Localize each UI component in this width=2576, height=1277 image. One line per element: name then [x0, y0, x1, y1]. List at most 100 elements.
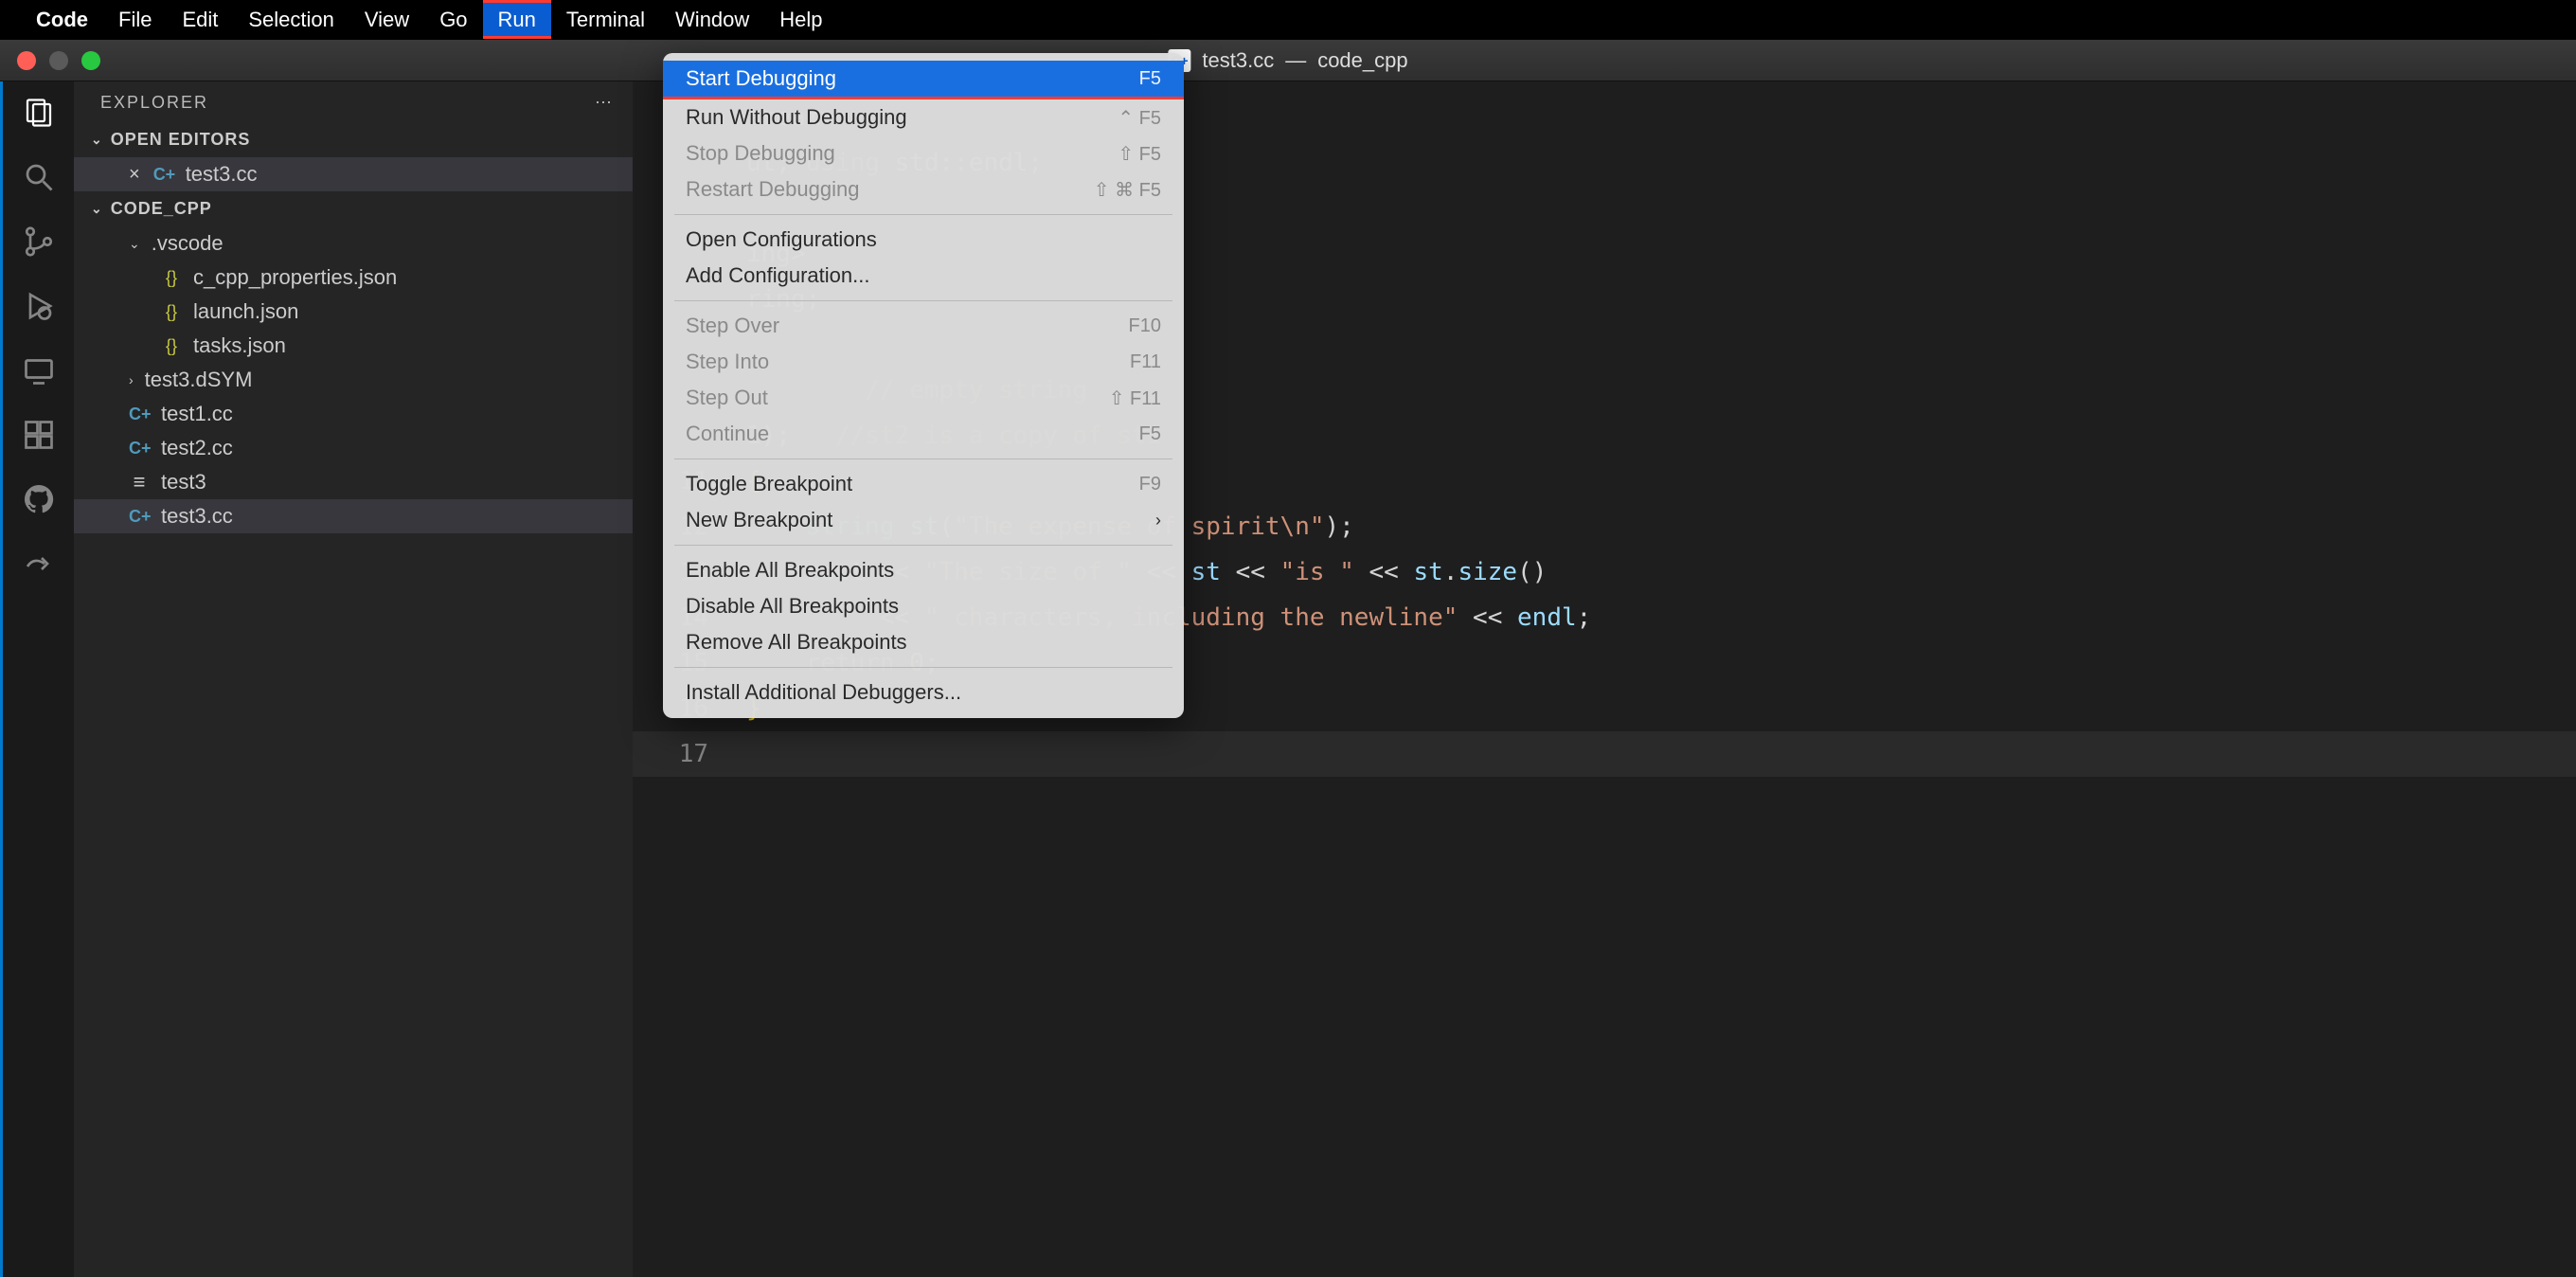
menu-item-remove-all-breakpoints[interactable]: Remove All Breakpoints — [663, 624, 1184, 660]
menu-item-label: Step Out — [686, 386, 768, 410]
menu-item-step-over: Step Over F10 — [663, 308, 1184, 344]
menu-item-step-out: Step Out⇧ F11 — [663, 380, 1184, 416]
traffic-lights — [17, 51, 100, 70]
menu-item-label: Stop Debugging — [686, 141, 835, 166]
open-editors-label: OPEN EDITORS — [111, 130, 251, 150]
source-control-icon[interactable] — [19, 222, 59, 261]
menu-item-label: Open Configurations — [686, 227, 877, 252]
file-name: test3.cc — [186, 162, 258, 187]
menu-item-view[interactable]: View — [349, 0, 424, 39]
menu-item-new-breakpoint[interactable]: New Breakpoint › — [663, 502, 1184, 538]
menu-item-enable-all-breakpoints[interactable]: Enable All Breakpoints — [663, 552, 1184, 588]
tree-item[interactable]: {} launch.json — [74, 295, 633, 329]
titlebar-filename: test3.cc — [1202, 48, 1274, 73]
menu-item-file[interactable]: File — [103, 0, 167, 39]
cpp-file-icon: C+ — [129, 507, 150, 527]
run-menu-dropdown: Start Debugging F5 Run Without Debugging ⌃ … — [663, 53, 1184, 718]
menu-item-label: Restart Debugging — [686, 177, 859, 202]
tree-item-label: launch.json — [193, 299, 298, 324]
menu-item-label: Add Configuration... — [686, 263, 869, 288]
json-file-icon: {} — [161, 336, 182, 356]
tree-item-label: test3.dSYM — [145, 368, 253, 392]
menu-item-selection[interactable]: Selection — [233, 0, 349, 39]
tree-item-label: tasks.json — [193, 333, 286, 358]
titlebar-project: code_cpp — [1317, 48, 1407, 73]
window-titlebar: C+ test3.cc — code_cpp — [0, 40, 2576, 81]
menu-item-go[interactable]: Go — [424, 0, 482, 39]
close-editor-icon[interactable]: × — [129, 164, 140, 186]
shortcut-label: ⇧ ⌘ F5 — [1094, 178, 1161, 202]
menu-item-open-configurations[interactable]: Open Configurations — [663, 222, 1184, 258]
menu-separator — [674, 667, 1172, 668]
window-minimize-button[interactable] — [49, 51, 68, 70]
code-line[interactable]: 17 — [633, 731, 2576, 777]
menu-item-label: New Breakpoint — [686, 508, 832, 532]
tree-item[interactable]: C+test3.cc — [74, 499, 633, 533]
sidebar-title: EXPLORER — [100, 93, 208, 113]
menu-item-window[interactable]: Window — [660, 0, 764, 39]
menu-item-run[interactable]: Run — [483, 0, 551, 39]
explorer-icon[interactable] — [19, 93, 59, 133]
menu-item-start-debugging[interactable]: Start Debugging F5 — [663, 61, 1184, 99]
menu-item-continue: ContinueF5 — [663, 416, 1184, 452]
menu-item-label: Step Into — [686, 350, 769, 374]
run-debug-icon[interactable] — [19, 286, 59, 326]
github-icon[interactable] — [19, 479, 59, 519]
remote-icon[interactable] — [19, 351, 59, 390]
extensions-icon[interactable] — [19, 415, 59, 455]
tree-item-label: c_cpp_properties.json — [193, 265, 397, 290]
menu-item-label: Step Over — [686, 314, 779, 338]
menu-item-label: Remove All Breakpoints — [686, 630, 907, 655]
tree-item[interactable]: C+test2.cc — [74, 431, 633, 465]
shortcut-label: F9 — [1139, 474, 1161, 495]
tree-item[interactable]: {} tasks.json — [74, 329, 633, 363]
tree-item[interactable]: ≡test3 — [74, 465, 633, 499]
shortcut-label: ⇧ F5 — [1118, 142, 1161, 166]
menu-separator — [674, 300, 1172, 301]
window-maximize-button[interactable] — [81, 51, 100, 70]
tree-item-label: test1.cc — [161, 402, 233, 426]
menu-item-help[interactable]: Help — [764, 0, 837, 39]
project-section[interactable]: ⌄ CODE_CPP — [74, 191, 633, 226]
submenu-arrow-icon: › — [1155, 511, 1161, 531]
menu-item-add-configuration-[interactable]: Add Configuration... — [663, 258, 1184, 294]
menu-item-label: Start Debugging — [686, 66, 836, 91]
open-editor-item[interactable]: × C+ test3.cc — [74, 157, 633, 191]
sidebar-more-icon[interactable]: ⋯ — [595, 93, 614, 113]
menu-separator — [674, 214, 1172, 215]
tree-item-label: .vscode — [152, 231, 224, 256]
menu-item-label: Enable All Breakpoints — [686, 558, 894, 583]
menu-item-edit[interactable]: Edit — [167, 0, 233, 39]
menu-item-run-without-debugging[interactable]: Run Without Debugging ⌃ F5 — [663, 99, 1184, 135]
menu-item-label: Install Additional Debuggers... — [686, 680, 961, 705]
search-icon[interactable] — [19, 157, 59, 197]
menu-item-restart-debugging: Restart Debugging ⇧ ⌘ F5 — [663, 171, 1184, 207]
tree-item[interactable]: ⌄ .vscode — [74, 226, 633, 261]
open-editors-section[interactable]: ⌄ OPEN EDITORS — [74, 122, 633, 157]
json-file-icon: {} — [161, 268, 182, 288]
tree-item-label: test3 — [161, 470, 206, 495]
folder-chevron-icon: ⌄ — [129, 236, 140, 252]
menu-item-label: Run Without Debugging — [686, 105, 907, 130]
window-close-button[interactable] — [17, 51, 36, 70]
menu-item-disable-all-breakpoints[interactable]: Disable All Breakpoints — [663, 588, 1184, 624]
menu-item-stop-debugging: Stop Debugging ⇧ F5 — [663, 135, 1184, 171]
menu-separator — [674, 545, 1172, 546]
menu-item-install-additional-debuggers-[interactable]: Install Additional Debuggers... — [663, 674, 1184, 710]
menu-item-label: Disable All Breakpoints — [686, 594, 899, 619]
shortcut-label: F10 — [1129, 315, 1161, 337]
line-number: 17 — [633, 740, 746, 768]
menu-item-label: Toggle Breakpoint — [686, 472, 852, 496]
app-name[interactable]: Code — [36, 8, 88, 32]
share-icon[interactable] — [19, 544, 59, 584]
tree-item[interactable]: ›test3.dSYM — [74, 363, 633, 397]
cpp-file-icon: C+ — [153, 165, 174, 185]
menu-item-toggle-breakpoint[interactable]: Toggle Breakpoint F9 — [663, 466, 1184, 502]
tree-item-label: test2.cc — [161, 436, 233, 460]
json-file-icon: {} — [161, 302, 182, 322]
shortcut-label: F5 — [1139, 68, 1161, 90]
tree-item[interactable]: C+test1.cc — [74, 397, 633, 431]
menu-item-terminal[interactable]: Terminal — [551, 0, 660, 39]
shortcut-label: ⌃ F5 — [1118, 106, 1161, 130]
tree-item[interactable]: {} c_cpp_properties.json — [74, 261, 633, 295]
